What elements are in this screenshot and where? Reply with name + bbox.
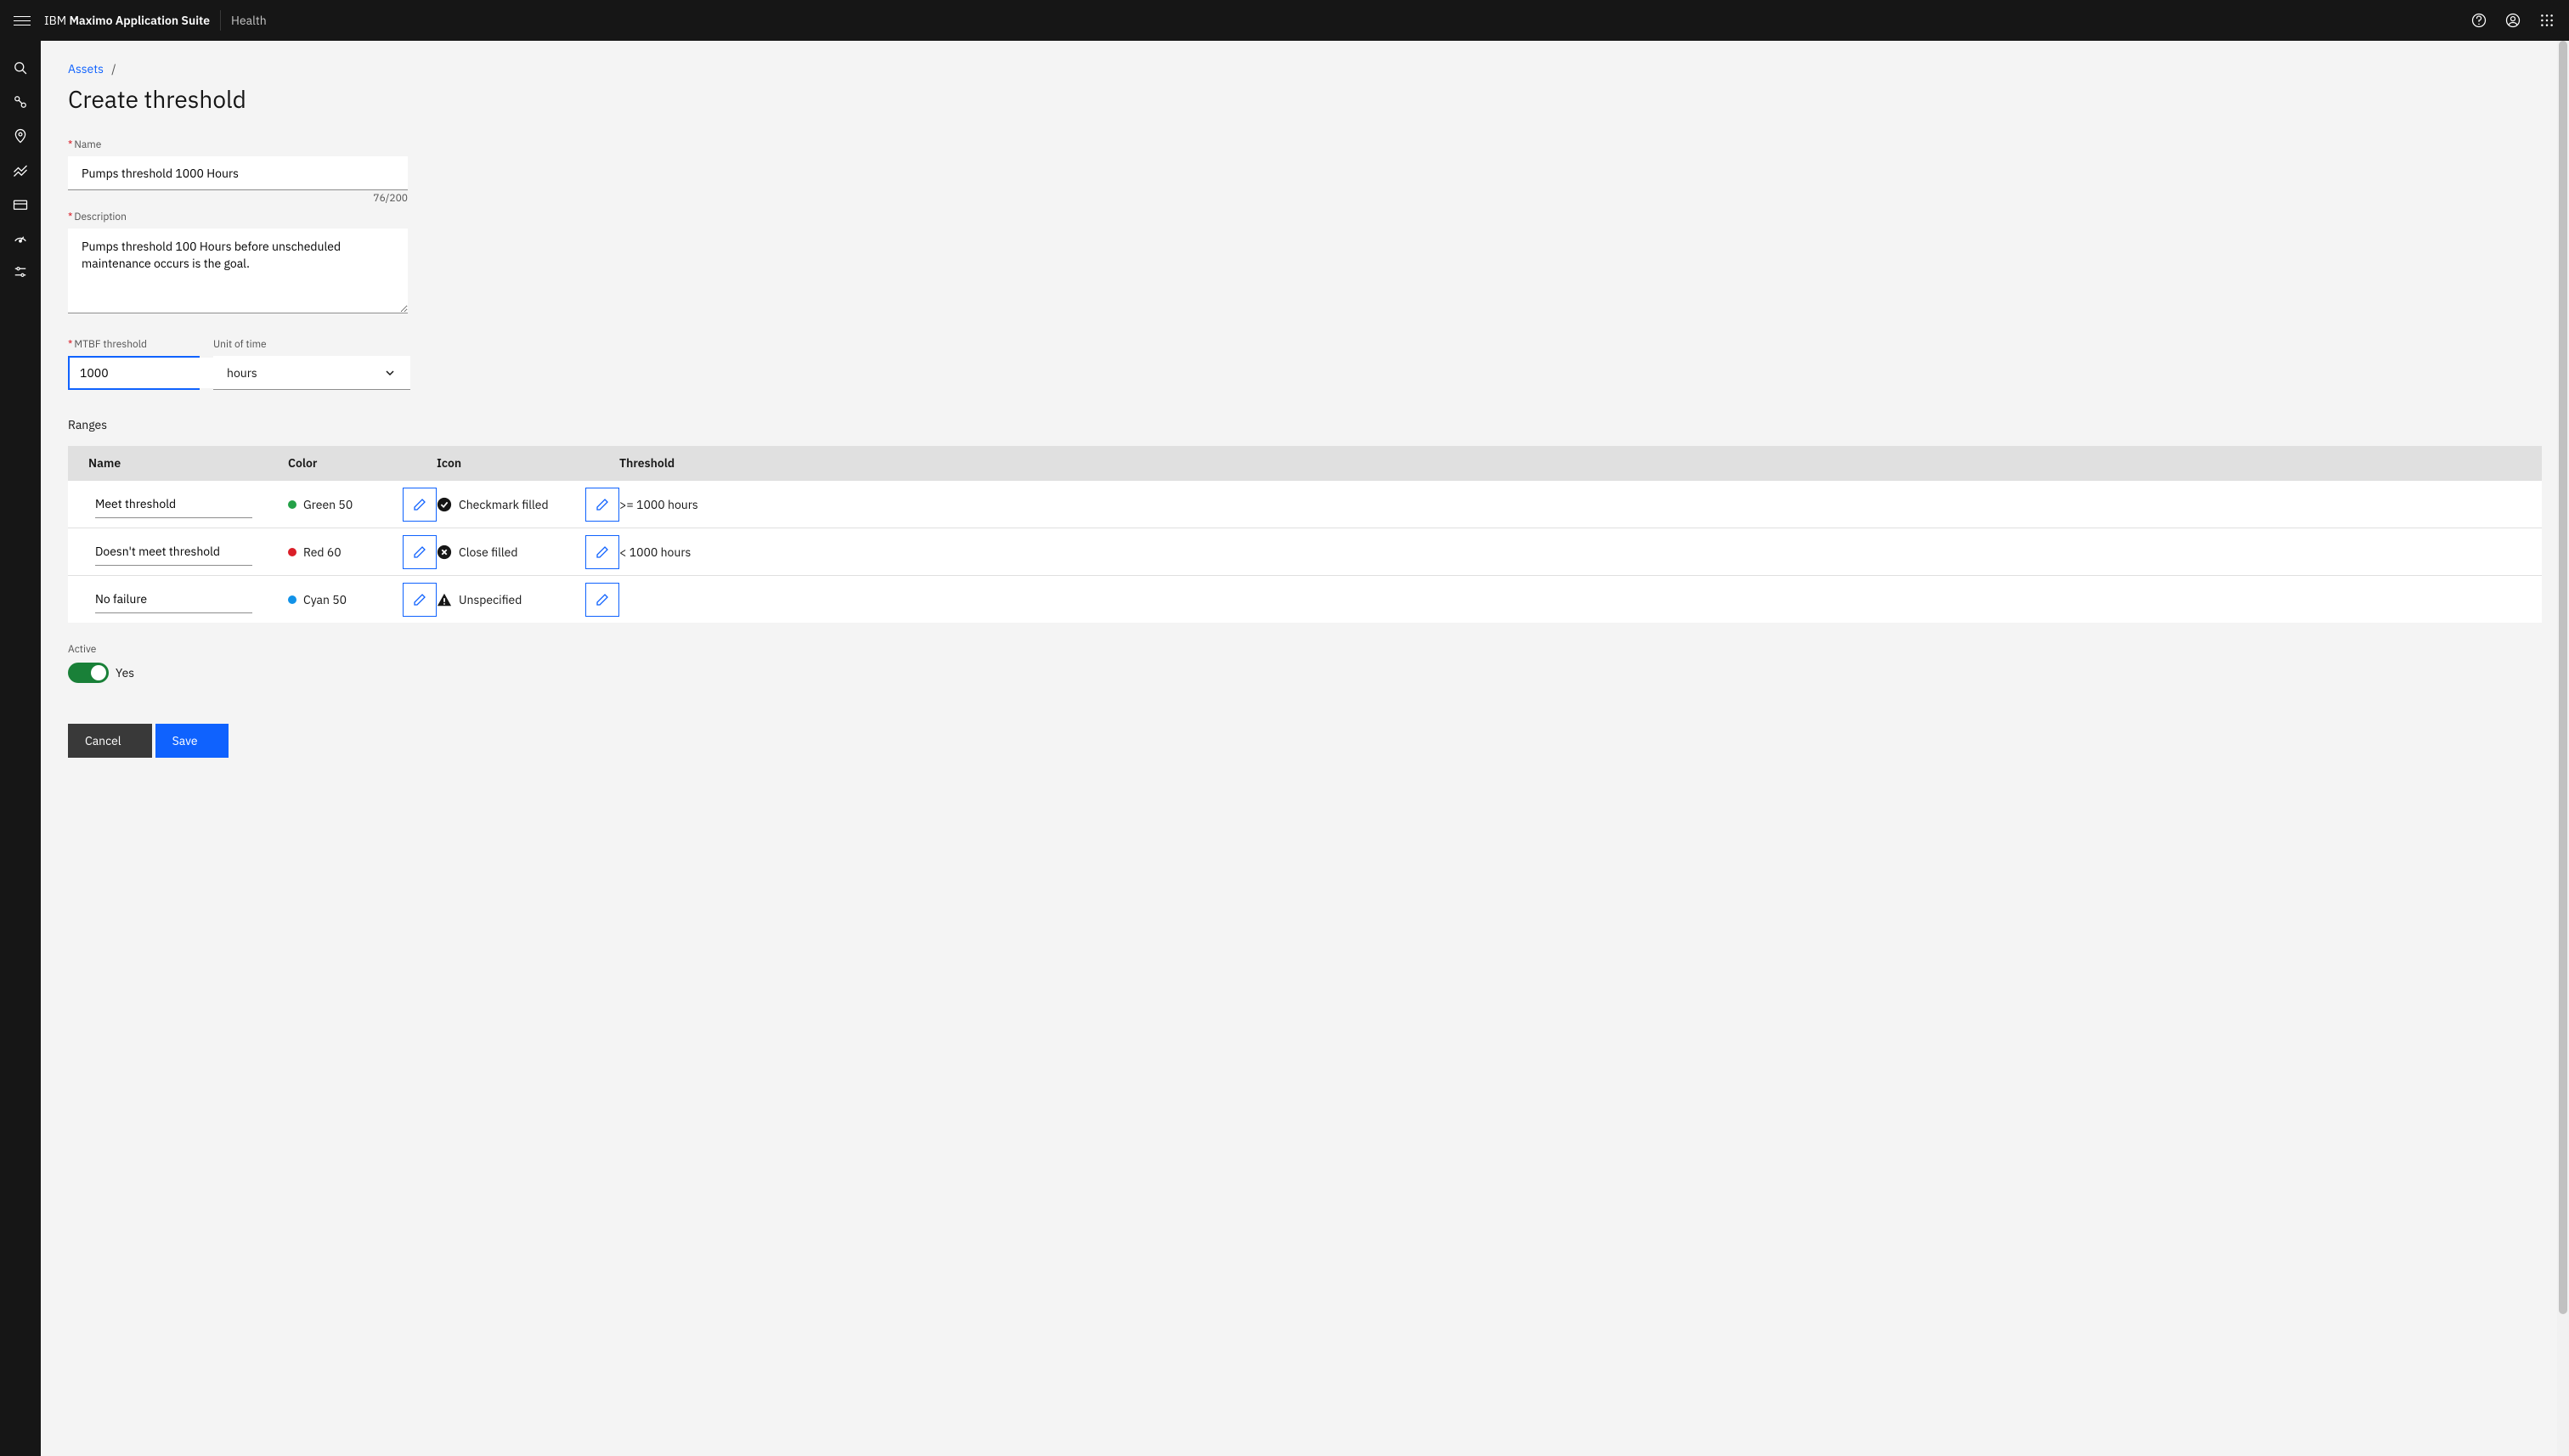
description-textarea[interactable] (68, 229, 408, 313)
cancel-button[interactable]: Cancel (68, 724, 152, 758)
breadcrumb-sep: / (111, 61, 116, 76)
field-unit: Unit of time hours (213, 338, 410, 390)
header-left: IBM Maximo Application Suite Health (14, 10, 267, 31)
range-icon: Close filled (437, 545, 517, 560)
breadcrumb: Assets / (68, 61, 2542, 76)
checkmark-icon (437, 497, 452, 512)
sidebar-search-icon[interactable] (0, 51, 41, 85)
char-count: 76/200 (373, 192, 408, 205)
brand-prefix: IBM (44, 13, 66, 28)
ranges-table: Name Color Icon Threshold Green 50 Checkm… (68, 446, 2542, 623)
sidebar-settings-icon[interactable] (0, 255, 41, 289)
active-label: Active (68, 643, 2542, 656)
page-title: Create threshold (68, 83, 2542, 115)
edit-icon-button[interactable] (585, 583, 619, 617)
sidebar-location-icon[interactable] (0, 119, 41, 153)
range-threshold: >= 1000 hours (619, 497, 2521, 512)
range-name-input[interactable] (95, 586, 252, 613)
close-icon (437, 545, 452, 560)
main-content: Assets / Create threshold Name 76/200 De… (41, 41, 2569, 1456)
edit-color-button[interactable] (403, 488, 437, 522)
scrollbar[interactable] (2557, 41, 2569, 1456)
footer-actions: Cancel Save (68, 724, 2542, 758)
col-color: Color (288, 455, 437, 471)
unit-label: Unit of time (213, 338, 410, 351)
unit-select[interactable]: hours (213, 356, 410, 390)
edit-icon-button[interactable] (585, 535, 619, 569)
edit-icon-button[interactable] (585, 488, 619, 522)
breadcrumb-link-assets[interactable]: Assets (68, 61, 104, 76)
field-mtbf: MTBF threshold − + (68, 338, 200, 390)
range-name-input[interactable] (95, 539, 252, 566)
inline-fields: MTBF threshold − + Unit of time hours (68, 338, 2542, 390)
edit-color-button[interactable] (403, 535, 437, 569)
field-description: 76/200 Description (68, 211, 2542, 318)
scrollbar-thumb[interactable] (2559, 41, 2567, 1314)
app-header: IBM Maximo Application Suite Health (0, 0, 2569, 41)
active-value-text: Yes (116, 665, 134, 680)
sidebar-card-icon[interactable] (0, 187, 41, 221)
user-avatar-icon[interactable] (2504, 12, 2521, 29)
sidebar (0, 41, 41, 1456)
app-switcher-icon[interactable] (2538, 12, 2555, 29)
range-color: Green 50 (288, 497, 353, 512)
col-name: Name (88, 455, 288, 471)
col-threshold: Threshold (619, 455, 2521, 471)
table-row: Green 50 Checkmark filled >= 1000 hours (68, 480, 2542, 528)
description-label: Description (68, 211, 408, 223)
field-name: Name (68, 138, 2542, 190)
active-toggle[interactable] (68, 663, 109, 683)
ranges-title: Ranges (68, 417, 2542, 432)
range-color: Cyan 50 (288, 592, 347, 607)
brand-name: Maximo Application Suite (69, 13, 210, 28)
edit-color-button[interactable] (403, 583, 437, 617)
name-input[interactable] (68, 156, 408, 190)
sidebar-gauge-icon[interactable] (0, 221, 41, 255)
layout: Assets / Create threshold Name 76/200 De… (0, 41, 2569, 1456)
table-header: Name Color Icon Threshold (68, 446, 2542, 480)
save-button[interactable]: Save (155, 724, 229, 758)
range-name-input[interactable] (95, 491, 252, 518)
table-row: Cyan 50 Unspecified (68, 575, 2542, 623)
warning-icon (437, 592, 452, 607)
hamburger-menu-icon[interactable] (14, 12, 31, 29)
range-icon: Unspecified (437, 592, 522, 607)
brand-divider (220, 10, 221, 31)
active-toggle-row: Yes (68, 663, 2542, 683)
brand: IBM Maximo Application Suite Health (44, 10, 267, 31)
brand-app: Health (231, 13, 267, 28)
active-section: Active Yes (68, 643, 2542, 683)
mtbf-label: MTBF threshold (68, 338, 200, 351)
sidebar-asset-icon[interactable] (0, 85, 41, 119)
header-right (2470, 12, 2555, 29)
range-icon: Checkmark filled (437, 497, 549, 512)
sidebar-analytics-icon[interactable] (0, 153, 41, 187)
help-icon[interactable] (2470, 12, 2487, 29)
chevron-down-icon (383, 366, 397, 380)
table-row: Red 60 Close filled < 1000 hours (68, 528, 2542, 575)
toggle-knob (91, 665, 106, 680)
range-color: Red 60 (288, 545, 342, 560)
mtbf-input-wrap: − + (68, 356, 200, 390)
range-threshold: < 1000 hours (619, 545, 2521, 560)
col-icon: Icon (437, 455, 619, 471)
name-label: Name (68, 138, 2542, 151)
unit-value: hours (227, 365, 383, 381)
